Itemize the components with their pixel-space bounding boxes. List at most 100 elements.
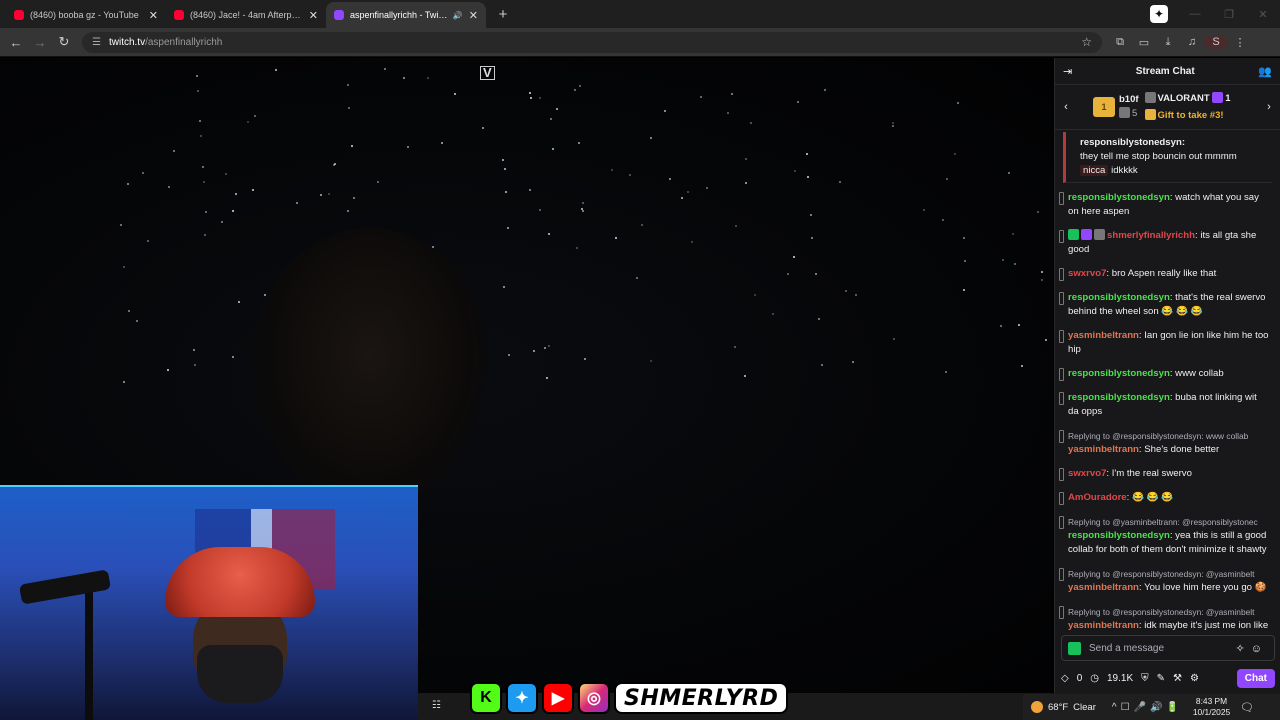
star-dot bbox=[650, 360, 653, 363]
hype-icon[interactable]: ✧ bbox=[1236, 643, 1251, 655]
star-dot bbox=[440, 142, 443, 145]
chat-username[interactable]: yasminbeltrann bbox=[1068, 582, 1139, 593]
star-dot bbox=[838, 180, 841, 183]
collapse-chat-icon[interactable]: ⇥ bbox=[1063, 65, 1072, 78]
new-tab-button[interactable]: + bbox=[492, 3, 514, 25]
chat-username[interactable]: responsiblystonedsyn bbox=[1068, 192, 1170, 203]
star-dot bbox=[815, 272, 818, 275]
star-dot bbox=[1012, 232, 1015, 235]
star-dot bbox=[957, 101, 960, 104]
sparkle-icon[interactable]: ✦ bbox=[1150, 5, 1168, 23]
star-dot bbox=[582, 209, 585, 212]
chat-username[interactable]: swxrvo7 bbox=[1068, 468, 1106, 479]
tab-youtube-booba[interactable]: (8460) booba gz - YouTube ✕ bbox=[6, 2, 166, 28]
notification-icon[interactable]: 🗨 bbox=[1240, 701, 1254, 714]
user-badge-icon[interactable] bbox=[1081, 229, 1092, 240]
address-bar[interactable]: ☰ twitch.tv/aspenfinallyrichh ☆ bbox=[82, 31, 1102, 53]
close-icon[interactable]: ✕ bbox=[469, 9, 478, 22]
speaker-icon[interactable]: 🔊 bbox=[453, 11, 463, 20]
chat-text: : You love him here you go 🍪 bbox=[1138, 582, 1267, 593]
forward-button[interactable]: → bbox=[28, 35, 52, 50]
close-icon[interactable]: ✕ bbox=[309, 9, 318, 22]
download-icon[interactable]: ⤓ bbox=[1156, 36, 1180, 49]
bonnet bbox=[165, 547, 315, 617]
chat-username[interactable]: responsiblystonedsyn bbox=[1068, 368, 1170, 379]
star-dot bbox=[346, 209, 349, 212]
tools-icon[interactable]: ⚒ bbox=[1173, 673, 1182, 684]
clock[interactable]: 8:43 PM 10/1/2025 bbox=[1193, 696, 1230, 718]
chat-input[interactable]: Send a message ✧☺ bbox=[1061, 635, 1275, 661]
star-dot bbox=[205, 211, 208, 214]
menu-icon[interactable]: ⋮ bbox=[1228, 36, 1252, 49]
url-path: /aspenfinallyrichh bbox=[145, 36, 223, 48]
star-dot bbox=[320, 193, 323, 196]
back-button[interactable]: ← bbox=[4, 35, 28, 50]
profile-avatar[interactable]: S bbox=[1204, 35, 1228, 49]
chat-username[interactable]: responsiblystonedsyn bbox=[1068, 292, 1170, 303]
star-dot bbox=[221, 220, 224, 223]
chat-username[interactable]: AmOuradore bbox=[1068, 492, 1127, 503]
star-dot bbox=[503, 167, 506, 170]
pinned-user[interactable]: responsiblystonedsyn: bbox=[1080, 136, 1266, 150]
chat-username[interactable]: responsiblystonedsyn bbox=[1068, 530, 1170, 541]
shield-icon[interactable]: ⛨ bbox=[1141, 673, 1149, 684]
chat-username[interactable]: yasminbeltrann bbox=[1068, 620, 1139, 631]
reply-context[interactable]: Replying to @yasminbeltrann: @responsibl… bbox=[1068, 515, 1270, 529]
star-dot bbox=[1040, 271, 1043, 274]
chat-message-list: responsiblystonedsyn: watch what you say… bbox=[1055, 189, 1280, 649]
star-dot bbox=[962, 237, 965, 239]
star-dot bbox=[275, 68, 278, 71]
chat-username[interactable]: swxrvo7 bbox=[1068, 268, 1106, 279]
site-info-icon[interactable]: ☰ bbox=[92, 37, 101, 48]
taskbar-app-icon[interactable]: ☷ bbox=[432, 700, 441, 711]
chat-username[interactable]: responsiblystonedsyn bbox=[1068, 392, 1170, 403]
chat-input-placeholder: Send a message bbox=[1089, 642, 1165, 654]
close-icon[interactable]: ✕ bbox=[149, 9, 158, 22]
extensions-icon[interactable]: ⧉ bbox=[1108, 36, 1132, 49]
weather-widget[interactable]: 68°F Clear bbox=[1031, 701, 1096, 713]
star-dot bbox=[202, 165, 205, 168]
reply-context[interactable]: Replying to @responsiblystonedsyn: @yasm… bbox=[1068, 567, 1270, 581]
chat-message: responsiblystonedsyn: www collab bbox=[1059, 365, 1274, 383]
chat-text: : She's done better bbox=[1138, 444, 1220, 455]
maximize-button[interactable]: ❐ bbox=[1212, 8, 1246, 21]
settings-icon[interactable]: ⚙ bbox=[1190, 673, 1199, 684]
pen-icon[interactable]: ✎ bbox=[1157, 673, 1165, 684]
chat-username[interactable]: yasminbeltrann bbox=[1068, 330, 1139, 341]
star-dot bbox=[700, 95, 703, 98]
star-dot bbox=[744, 157, 747, 160]
star-dot bbox=[224, 173, 227, 175]
user-badge-icon[interactable] bbox=[1068, 229, 1079, 240]
tray-icons[interactable]: ^☐🎤🔊🔋 bbox=[1112, 702, 1183, 713]
reload-button[interactable]: ↻ bbox=[52, 34, 76, 50]
emote-picker-icon[interactable]: ☺ bbox=[1251, 643, 1268, 655]
chat-username[interactable]: yasminbeltrann bbox=[1068, 444, 1139, 455]
reply-context[interactable]: Replying to @responsiblystonedsyn: @yasm… bbox=[1068, 605, 1270, 619]
star-dot bbox=[353, 196, 356, 199]
tab-twitch[interactable]: aspenfinallyrichh - Twitch 🔊 ✕ bbox=[326, 2, 486, 28]
star-dot bbox=[197, 89, 200, 92]
star-dot bbox=[1041, 278, 1044, 281]
star-dot bbox=[946, 178, 949, 181]
reply-context[interactable]: Replying to @responsiblystonedsyn: www c… bbox=[1068, 429, 1270, 443]
star-dot bbox=[1018, 323, 1021, 326]
chevron-left-icon[interactable]: ‹ bbox=[1059, 101, 1073, 113]
bookmark-star-icon[interactable]: ☆ bbox=[1081, 35, 1092, 49]
chevron-right-icon[interactable]: › bbox=[1262, 101, 1276, 113]
tab-youtube-jace[interactable]: (8460) Jace! - 4am Afterparty (V ✕ bbox=[166, 2, 326, 28]
chat-send-button[interactable]: Chat bbox=[1236, 668, 1275, 688]
gift-box-icon bbox=[1144, 109, 1156, 120]
community-icon[interactable]: 👥 bbox=[1258, 65, 1272, 78]
cast-icon[interactable]: ▭ bbox=[1132, 36, 1156, 49]
star-dot bbox=[999, 324, 1002, 327]
media-control-icon[interactable]: ♫ bbox=[1180, 36, 1204, 48]
chat-username[interactable]: shmerlyfinallyrichh bbox=[1107, 230, 1195, 241]
emote-badge-icon[interactable] bbox=[1068, 641, 1081, 655]
weather-desc: Clear bbox=[1073, 701, 1096, 713]
chat-title: Stream Chat bbox=[1135, 65, 1195, 77]
gift-cta[interactable]: Gift to take #3! bbox=[1158, 110, 1224, 121]
user-badge-icon[interactable] bbox=[1094, 229, 1105, 240]
minimize-button[interactable]: — bbox=[1178, 8, 1212, 20]
channel-points-icon[interactable]: ◇ bbox=[1061, 673, 1069, 684]
close-window-button[interactable]: ✕ bbox=[1246, 8, 1280, 21]
